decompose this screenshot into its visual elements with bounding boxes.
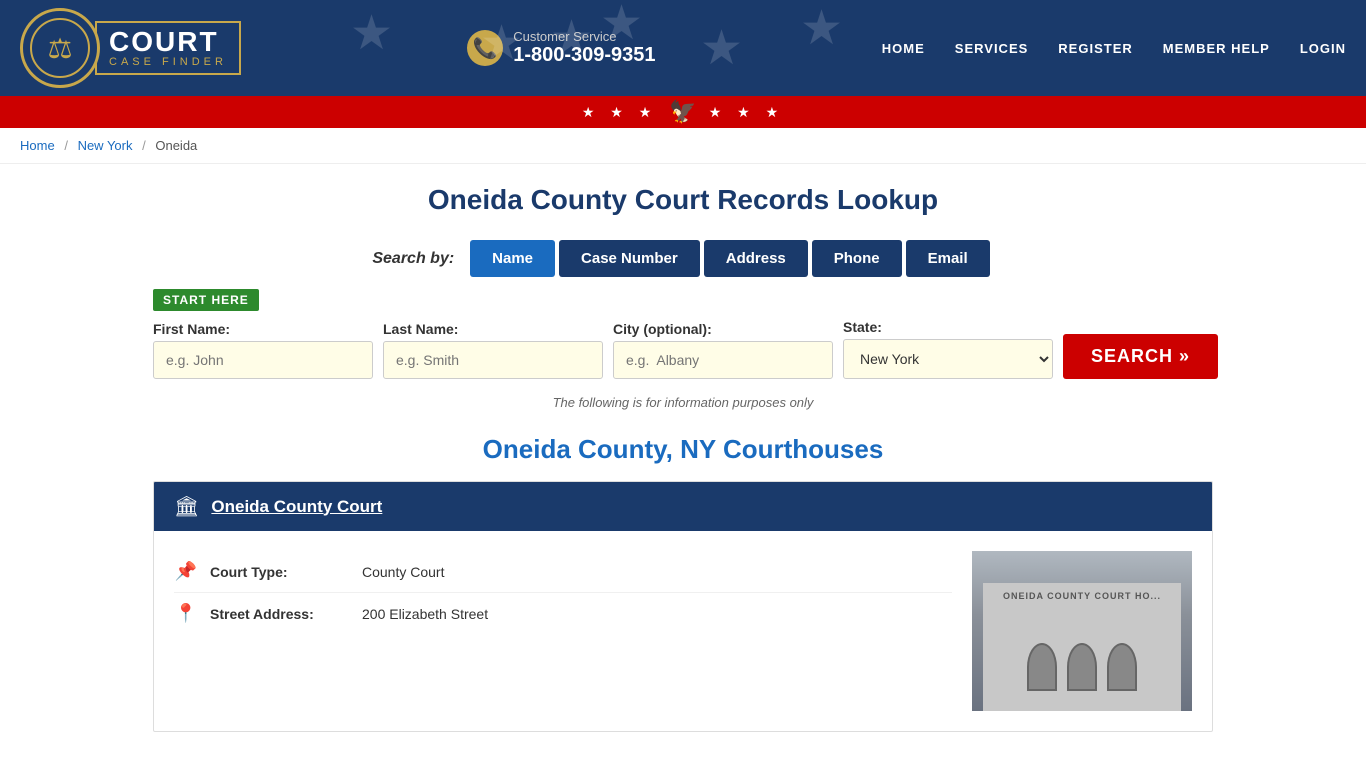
search-by-row: Search by: Name Case Number Address Phon… bbox=[153, 240, 1213, 277]
arch-window-2 bbox=[1067, 643, 1097, 691]
cs-phone: 1-800-309-9351 bbox=[513, 44, 655, 67]
logo-text-block: COURT CASE FINDER bbox=[95, 21, 241, 75]
last-name-label: Last Name: bbox=[383, 321, 603, 337]
search-by-label: Search by: bbox=[372, 250, 454, 268]
building-label: ONEIDA COUNTY COURT HO... bbox=[1003, 591, 1161, 601]
first-name-input[interactable] bbox=[153, 341, 373, 379]
logo-court-text: COURT bbox=[109, 28, 227, 56]
tab-name[interactable]: Name bbox=[470, 240, 555, 277]
breadcrumb-sep-2: / bbox=[142, 138, 146, 153]
courthouse-icon: 🏛 bbox=[174, 494, 199, 519]
eagle-band: ★ ★ ★ 🦅 ★ ★ ★ bbox=[0, 96, 1366, 128]
courthouse-card: 🏛 Oneida County Court 📌 Court Type: Coun… bbox=[153, 481, 1213, 732]
first-name-label: First Name: bbox=[153, 321, 373, 337]
nav-login[interactable]: LOGIN bbox=[1300, 41, 1346, 56]
courthouse-type-icon: 📌 bbox=[174, 561, 198, 582]
city-input[interactable] bbox=[613, 341, 833, 379]
arch-window-1 bbox=[1027, 643, 1057, 691]
breadcrumb-home[interactable]: Home bbox=[20, 138, 55, 153]
breadcrumb: Home / New York / Oneida bbox=[0, 128, 1366, 164]
bg-star: ★ bbox=[800, 0, 843, 56]
page-title: Oneida County Court Records Lookup bbox=[153, 184, 1213, 216]
bg-star: ★ bbox=[350, 5, 393, 61]
address-icon: 📍 bbox=[174, 603, 198, 624]
search-form: First Name: Last Name: City (optional): … bbox=[153, 319, 1213, 379]
courthouse-header: 🏛 Oneida County Court bbox=[154, 482, 1212, 531]
address-label: Street Address: bbox=[210, 606, 350, 622]
eagle-icon: 🦅 bbox=[669, 99, 696, 125]
logo-inner: ⚖ bbox=[30, 18, 90, 78]
city-label: City (optional): bbox=[613, 321, 833, 337]
courthouse-name-link[interactable]: Oneida County Court bbox=[211, 497, 382, 517]
city-group: City (optional): bbox=[613, 321, 833, 379]
main-nav: HOME SERVICES REGISTER MEMBER HELP LOGIN bbox=[882, 41, 1346, 56]
stars-right: ★ ★ ★ bbox=[709, 104, 784, 121]
search-button[interactable]: SEARCH » bbox=[1063, 334, 1218, 379]
address-row: 📍 Street Address: 200 Elizabeth Street bbox=[174, 593, 952, 634]
eagle-area: ★ ★ ★ 🦅 ★ ★ ★ bbox=[582, 99, 784, 125]
site-header: ★ ★ ★ ★ ★ ★ ⚖ COURT CASE FINDER 📞 Custom… bbox=[0, 0, 1366, 96]
tab-phone[interactable]: Phone bbox=[812, 240, 902, 277]
stars-left: ★ ★ ★ bbox=[582, 104, 657, 121]
info-note: The following is for information purpose… bbox=[153, 395, 1213, 410]
court-type-value: County Court bbox=[362, 564, 444, 580]
breadcrumb-state[interactable]: New York bbox=[78, 138, 133, 153]
logo-case-finder-text: CASE FINDER bbox=[109, 56, 227, 68]
state-group: State: New York California Texas Florida bbox=[843, 319, 1053, 379]
courthouses-title: Oneida County, NY Courthouses bbox=[153, 434, 1213, 465]
main-content: Oneida County Court Records Lookup Searc… bbox=[133, 164, 1233, 752]
courthouse-img-inner: ONEIDA COUNTY COURT HO... bbox=[972, 551, 1192, 711]
last-name-group: Last Name: bbox=[383, 321, 603, 379]
nav-register[interactable]: REGISTER bbox=[1058, 41, 1132, 56]
first-name-group: First Name: bbox=[153, 321, 373, 379]
address-value: 200 Elizabeth Street bbox=[362, 606, 488, 622]
court-type-row: 📌 Court Type: County Court bbox=[174, 551, 952, 593]
nav-home[interactable]: HOME bbox=[882, 41, 925, 56]
court-type-label: Court Type: bbox=[210, 564, 350, 580]
breadcrumb-sep-1: / bbox=[64, 138, 68, 153]
tab-email[interactable]: Email bbox=[906, 240, 990, 277]
logo[interactable]: ⚖ COURT CASE FINDER bbox=[20, 8, 241, 88]
bg-star: ★ bbox=[700, 20, 743, 76]
start-here-badge: START HERE bbox=[153, 289, 259, 311]
cs-info: Customer Service 1-800-309-9351 bbox=[513, 29, 655, 67]
tab-case-number[interactable]: Case Number bbox=[559, 240, 700, 277]
nav-member-help[interactable]: MEMBER HELP bbox=[1163, 41, 1270, 56]
nav-services[interactable]: SERVICES bbox=[955, 41, 1029, 56]
state-label: State: bbox=[843, 319, 1053, 335]
scales-icon: ⚖ bbox=[47, 32, 72, 65]
courthouse-image: ONEIDA COUNTY COURT HO... bbox=[972, 551, 1192, 711]
cs-label: Customer Service bbox=[513, 29, 655, 44]
phone-icon: 📞 bbox=[467, 30, 503, 66]
arch-window-3 bbox=[1107, 643, 1137, 691]
logo-circle: ⚖ bbox=[20, 8, 100, 88]
building-windows bbox=[1027, 643, 1137, 691]
tab-address[interactable]: Address bbox=[704, 240, 808, 277]
state-select[interactable]: New York California Texas Florida bbox=[843, 339, 1053, 379]
building-facade: ONEIDA COUNTY COURT HO... bbox=[983, 583, 1181, 711]
customer-service: 📞 Customer Service 1-800-309-9351 bbox=[467, 29, 655, 67]
courthouse-body: 📌 Court Type: County Court 📍 Street Addr… bbox=[154, 531, 1212, 731]
breadcrumb-county: Oneida bbox=[155, 138, 197, 153]
courthouse-info: 📌 Court Type: County Court 📍 Street Addr… bbox=[174, 551, 952, 711]
last-name-input[interactable] bbox=[383, 341, 603, 379]
